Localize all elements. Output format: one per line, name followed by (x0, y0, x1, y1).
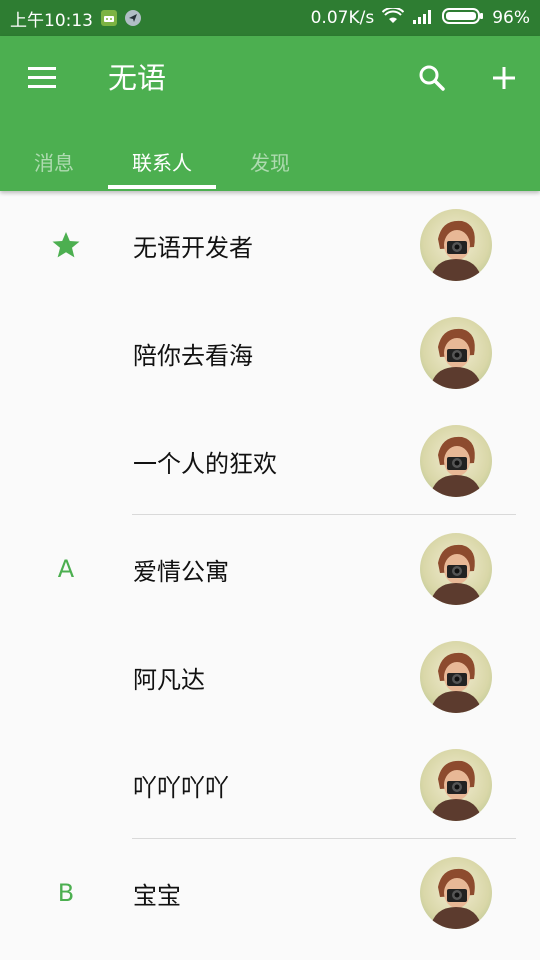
tab-messages[interactable]: 消息 (0, 132, 108, 191)
contact-list: 无语开发者 陪你去看海 一个人的狂欢 A 爱情公寓 阿凡达 吖吖吖吖 B 宝宝 (0, 191, 540, 947)
contact-name: 宝宝 (133, 881, 181, 910)
star-icon (52, 232, 80, 258)
avatar (420, 209, 492, 281)
app-title: 无语 (108, 61, 167, 95)
contact-index (36, 191, 96, 299)
app-bar: 无语 消息 联系人 发现 (0, 36, 540, 191)
contact-index: A (57, 555, 75, 583)
contact-row[interactable]: 阿凡达 (0, 623, 540, 731)
android-notification-icon (101, 10, 117, 26)
contact-row[interactable]: 一个人的狂欢 (0, 407, 540, 515)
battery-percent: 96% (492, 8, 530, 28)
status-time: 上午10:13 (10, 10, 93, 31)
status-left: 上午10:13 (10, 6, 141, 31)
contact-name: 无语开发者 (133, 233, 253, 262)
battery-icon (442, 7, 484, 30)
contact-row[interactable]: 陪你去看海 (0, 299, 540, 407)
tab-label: 发现 (250, 151, 290, 175)
contact-index (36, 299, 96, 407)
contact-name: 陪你去看海 (133, 341, 253, 370)
avatar (420, 425, 492, 497)
status-right: 0.07K/s 96% (310, 6, 530, 30)
tab-label: 消息 (34, 151, 74, 175)
contact-name: 一个人的狂欢 (133, 449, 277, 478)
contact-name: 阿凡达 (133, 665, 205, 694)
contact-name: 吖吖吖吖 (133, 773, 229, 802)
contact-row[interactable]: 无语开发者 (0, 191, 540, 299)
avatar (420, 533, 492, 605)
search-button[interactable] (412, 58, 452, 98)
add-icon (493, 67, 515, 89)
avatar (420, 641, 492, 713)
search-icon (419, 65, 445, 91)
contact-index (36, 731, 96, 839)
tab-contacts[interactable]: 联系人 (108, 132, 216, 191)
tab-discover[interactable]: 发现 (216, 132, 324, 191)
contact-index (36, 407, 96, 515)
net-speed: 0.07K/s (310, 8, 375, 28)
signal-icon (412, 8, 434, 29)
menu-button[interactable] (22, 60, 62, 96)
tab-indicator (108, 185, 216, 189)
contact-name: 爱情公寓 (133, 557, 229, 586)
contact-index: B (57, 879, 75, 907)
contact-row[interactable]: A 爱情公寓 (0, 515, 540, 623)
contact-row[interactable]: B 宝宝 (0, 839, 540, 947)
menu-icon (28, 67, 56, 88)
avatar (420, 749, 492, 821)
avatar (420, 857, 492, 929)
contact-index (36, 623, 96, 731)
tab-label: 联系人 (132, 151, 192, 175)
contact-row[interactable]: 吖吖吖吖 (0, 731, 540, 839)
add-button[interactable] (484, 58, 524, 98)
avatar (420, 317, 492, 389)
tab-bar: 消息 联系人 发现 (0, 132, 540, 191)
wifi-icon (382, 6, 405, 29)
status-bar: 上午10:13 0.07K/s 96% (0, 0, 540, 36)
send-notification-icon (125, 10, 141, 26)
